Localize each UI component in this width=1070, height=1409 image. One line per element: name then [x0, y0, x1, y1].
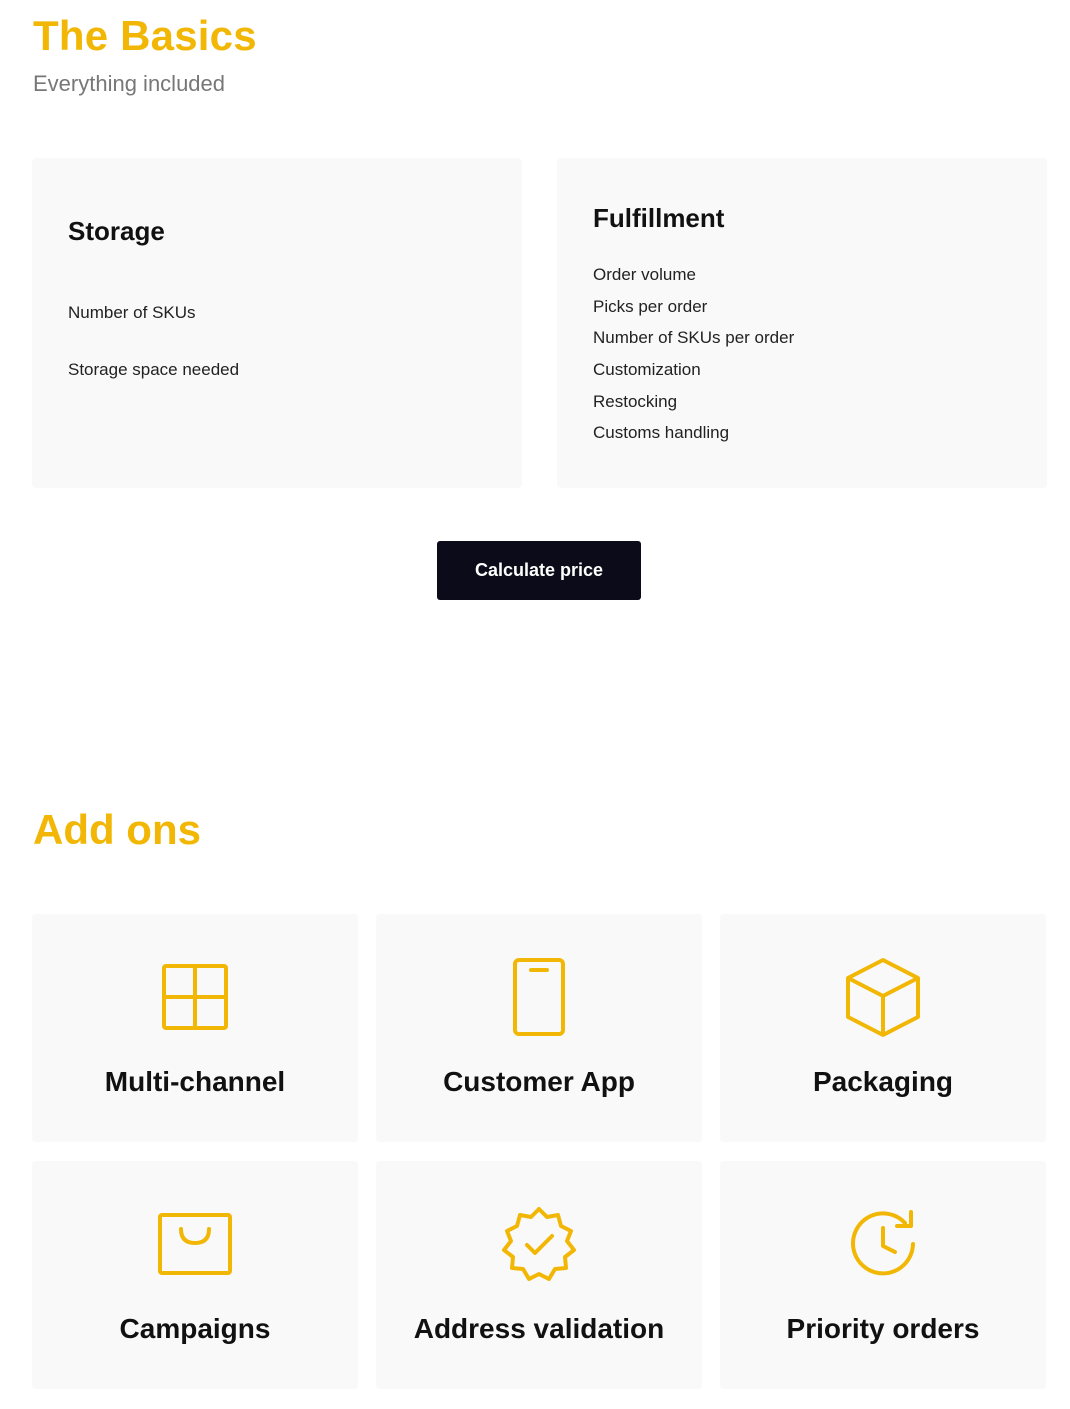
phone-icon: [496, 954, 582, 1040]
fulfillment-item-customization: Customization: [593, 360, 701, 380]
addon-card-address-validation[interactable]: Address validation: [376, 1161, 702, 1389]
fulfillment-heading: Fulfillment: [593, 203, 725, 233]
storage-panel: Storage Number of SKUs Storage space nee…: [32, 158, 522, 488]
addon-label: Priority orders: [786, 1313, 980, 1344]
fulfillment-list: Order volume Picks per order Number of S…: [593, 264, 794, 454]
addons-title: Add ons: [33, 806, 201, 853]
addon-label: Address validation: [413, 1313, 665, 1344]
fulfillment-item-picks-per-order: Picks per order: [593, 296, 708, 316]
fulfillment-item-order-volume: Order volume: [593, 265, 696, 284]
addon-card-customer-app[interactable]: Customer App: [376, 914, 702, 1142]
addon-card-priority-orders[interactable]: Priority orders: [720, 1161, 1046, 1389]
addon-label: Campaigns: [119, 1313, 271, 1344]
clock-refresh-icon: [840, 1201, 926, 1287]
storage-item-storage-space: Storage space needed: [68, 360, 240, 379]
addon-card-multi-channel[interactable]: Multi-channel: [32, 914, 358, 1142]
verified-badge-icon: [496, 1201, 582, 1287]
addon-label: Packaging: [812, 1066, 954, 1097]
addon-card-campaigns[interactable]: Campaigns: [32, 1161, 358, 1389]
storage-heading: Storage: [68, 216, 165, 246]
addon-card-packaging[interactable]: Packaging: [720, 914, 1046, 1142]
box-icon: [840, 954, 926, 1040]
addon-label: Multi-channel: [104, 1066, 286, 1097]
calculate-price-button[interactable]: Calculate price: [437, 541, 641, 600]
addon-label: Customer App: [443, 1066, 635, 1097]
fulfillment-panel: Fulfillment Order volume Picks per order…: [557, 158, 1047, 488]
shopping-bag-icon: [152, 1201, 238, 1287]
fulfillment-item-customs-handling: Customs handling: [593, 423, 730, 443]
fulfillment-item-skus-per-order: Number of SKUs per order: [593, 328, 795, 348]
basics-subtitle: Everything included: [33, 71, 226, 96]
basics-title: The Basics: [33, 12, 257, 59]
storage-item-number-of-skus: Number of SKUs: [68, 303, 196, 322]
fulfillment-item-restocking: Restocking: [593, 391, 678, 411]
grid-icon: [152, 954, 238, 1040]
